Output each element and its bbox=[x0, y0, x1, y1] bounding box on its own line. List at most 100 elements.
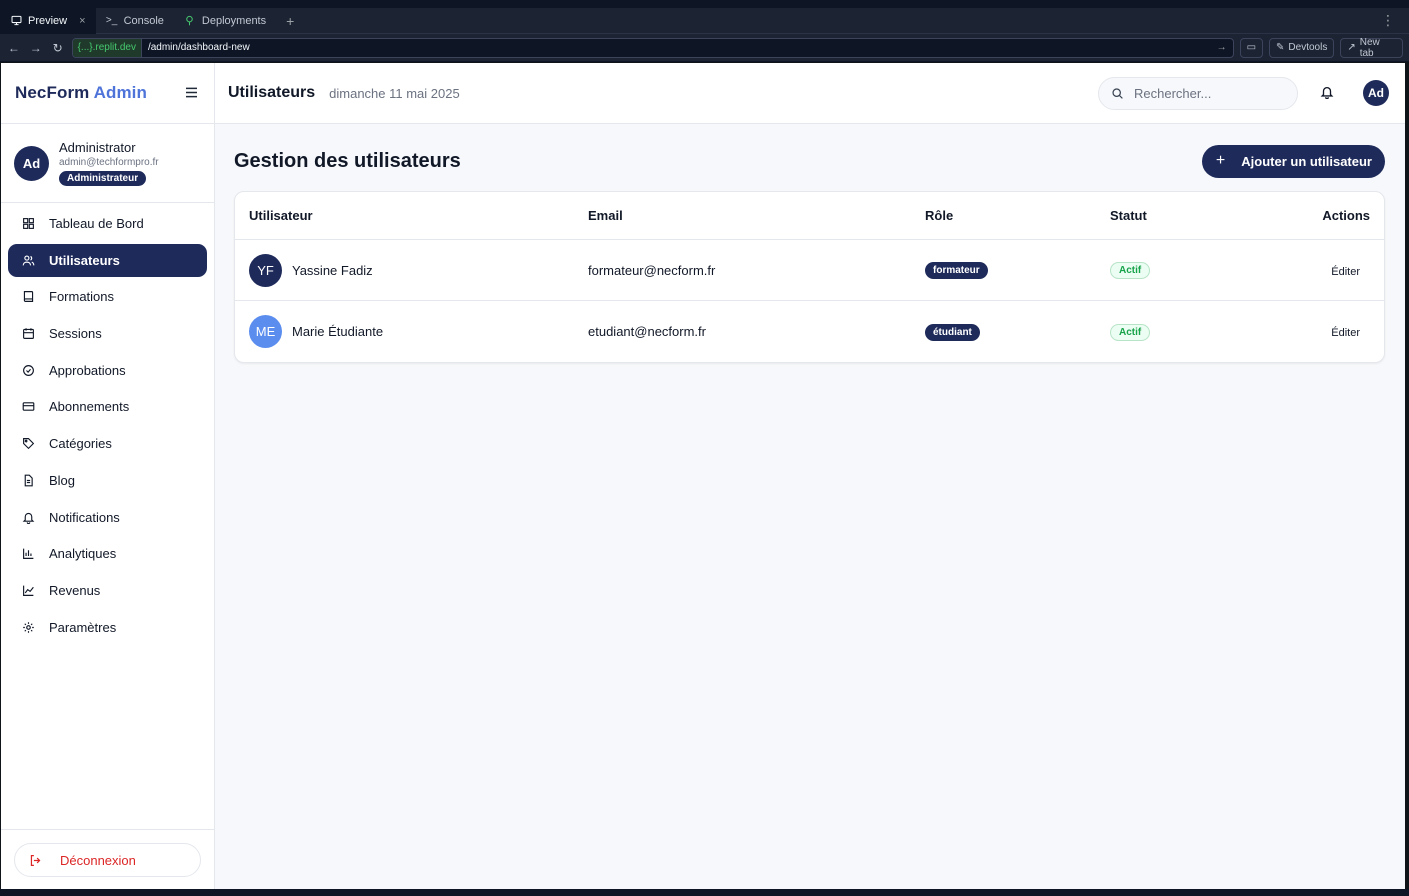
new-tab-button[interactable]: ↗ New tab bbox=[1340, 36, 1403, 59]
sidebar-item-revenus[interactable]: Revenus bbox=[8, 574, 207, 607]
user-email: formateur@necform.fr bbox=[588, 262, 716, 278]
sidebar-item-formations[interactable]: Formations bbox=[8, 280, 207, 313]
table-header: Utilisateur Email Rôle Statut Actions bbox=[235, 192, 1384, 240]
tab-label: Deployments bbox=[201, 14, 267, 27]
add-user-button[interactable]: + Ajouter un utilisateur bbox=[1201, 144, 1385, 178]
sidebar-item-abonnements[interactable]: Abonnements bbox=[8, 390, 207, 423]
more-vertical-icon[interactable]: ⋮ bbox=[1381, 12, 1395, 29]
sidebar: NecForm Admin Ad Administrator admin@tec… bbox=[1, 63, 215, 889]
user-email: etudiant@necform.fr bbox=[588, 324, 706, 339]
sidebar-item-label: Catégories bbox=[49, 436, 112, 452]
add-user-label: Ajouter un utilisateur bbox=[1241, 153, 1372, 169]
screen-icon[interactable]: ▭ bbox=[1239, 37, 1264, 58]
user-name: Administrator bbox=[59, 140, 136, 155]
logout-icon bbox=[30, 854, 41, 866]
sidebar-item-analytiques[interactable]: Analytiques bbox=[8, 537, 207, 570]
sidebar-item-label: Utilisateurs bbox=[49, 252, 120, 268]
sidebar-item-categories[interactable]: Catégories bbox=[8, 427, 207, 460]
brand-logo[interactable]: NecForm Admin bbox=[15, 83, 147, 103]
user-role-badge: Administrateur bbox=[59, 171, 147, 186]
users-icon bbox=[22, 255, 35, 266]
plus-icon: + bbox=[1215, 152, 1226, 169]
avatar: Ad bbox=[14, 145, 49, 181]
table-row: ME Marie Étudiante etudiant@necform.fr é… bbox=[235, 301, 1384, 362]
monitor-icon bbox=[10, 15, 22, 27]
section-title: Gestion des utilisateurs bbox=[234, 149, 461, 172]
external-link-icon: ↗ bbox=[1347, 42, 1356, 53]
role-badge: formateur bbox=[925, 262, 988, 279]
page-title: Utilisateurs bbox=[228, 84, 316, 101]
user-name: Marie Étudiante bbox=[292, 324, 384, 339]
sidebar-item-label: Revenus bbox=[49, 582, 101, 598]
go-arrow-icon[interactable]: → bbox=[1211, 42, 1233, 53]
sidebar-item-sessions[interactable]: Sessions bbox=[8, 317, 207, 350]
sidebar-item-parametres[interactable]: Paramètres bbox=[8, 611, 207, 644]
current-date: dimanche 11 mai 2025 bbox=[329, 85, 460, 101]
user-profile: Ad Administrator admin@techformpro.fr Ad… bbox=[1, 124, 214, 203]
edit-button[interactable]: Éditer bbox=[1331, 327, 1370, 339]
table-row: YF Yassine Fadiz formateur@necform.fr fo… bbox=[235, 240, 1384, 301]
devtools-button[interactable]: ✎ Devtools bbox=[1269, 37, 1335, 58]
ide-tab-bar: Preview × >_ Console Deployments + ⋮ bbox=[0, 7, 1409, 34]
user-name: Yassine Fadiz bbox=[292, 262, 373, 278]
logout-button[interactable]: Déconnexion bbox=[14, 843, 201, 877]
avatar: YF bbox=[249, 253, 282, 287]
status-badge: Actif bbox=[1110, 323, 1151, 341]
avatar[interactable]: Ad bbox=[1363, 80, 1389, 106]
main-area: Utilisateurs dimanche 11 mai 2025 Ad Ges… bbox=[215, 63, 1405, 889]
sidebar-item-notifications[interactable]: Notifications bbox=[8, 501, 207, 534]
tab-preview[interactable]: Preview × bbox=[0, 7, 96, 34]
tab-console[interactable]: >_ Console bbox=[96, 8, 174, 34]
column-header-role: Rôle bbox=[925, 208, 954, 223]
user-cell: YF Yassine Fadiz bbox=[249, 253, 588, 287]
terminal-icon: >_ bbox=[105, 15, 118, 26]
sidebar-item-tableau-de-bord[interactable]: Tableau de Bord bbox=[8, 207, 207, 240]
check-circle-icon bbox=[23, 364, 34, 376]
ide-bottom-bar bbox=[0, 889, 1409, 896]
sidebar-item-label: Notifications bbox=[49, 509, 120, 525]
user-email: admin@techformpro.fr bbox=[59, 157, 159, 168]
users-table: Utilisateur Email Rôle Statut Actions YF… bbox=[234, 191, 1385, 363]
column-header-status: Statut bbox=[1110, 208, 1147, 223]
brand-accent: Admin bbox=[93, 83, 147, 102]
new-tab-label: New tab bbox=[1359, 36, 1380, 59]
content: Gestion des utilisateurs + Ajouter un ut… bbox=[215, 124, 1405, 363]
sidebar-footer: Déconnexion bbox=[1, 829, 214, 889]
tag-icon bbox=[23, 438, 35, 450]
bell-icon[interactable] bbox=[1320, 85, 1336, 101]
line-chart-icon bbox=[23, 585, 34, 596]
topbar: Utilisateurs dimanche 11 mai 2025 Ad bbox=[215, 63, 1405, 124]
avatar: ME bbox=[249, 315, 282, 348]
sidebar-nav: Tableau de Bord Utilisateurs Formations … bbox=[1, 203, 214, 651]
role-badge: étudiant bbox=[925, 323, 980, 341]
close-icon[interactable]: × bbox=[79, 15, 85, 27]
tab-deployments[interactable]: Deployments bbox=[174, 8, 276, 34]
logout-label: Déconnexion bbox=[60, 852, 136, 868]
sidebar-item-approbations[interactable]: Approbations bbox=[8, 354, 207, 387]
edit-button[interactable]: Éditer bbox=[1331, 266, 1370, 278]
search-input[interactable] bbox=[1134, 85, 1284, 101]
column-header-user: Utilisateur bbox=[249, 208, 313, 223]
url-path: /admin/dashboard-new bbox=[147, 42, 250, 53]
sidebar-item-label: Analytiques bbox=[49, 546, 117, 562]
book-icon bbox=[23, 291, 34, 303]
sidebar-item-label: Blog bbox=[49, 472, 76, 488]
add-tab-icon[interactable]: + bbox=[276, 13, 304, 29]
deploy-icon bbox=[184, 15, 196, 27]
url-field[interactable]: {...}.replit.dev /admin/dashboard-new → bbox=[71, 37, 1234, 58]
devtools-label: Devtools bbox=[1288, 42, 1328, 53]
sidebar-item-blog[interactable]: Blog bbox=[8, 464, 207, 497]
sidebar-item-label: Sessions bbox=[49, 326, 102, 342]
tab-label: Preview bbox=[28, 14, 68, 27]
back-arrow-icon[interactable]: ← bbox=[6, 40, 22, 56]
column-header-email: Email bbox=[588, 208, 623, 223]
sidebar-item-utilisateurs[interactable]: Utilisateurs bbox=[8, 243, 207, 277]
sidebar-item-label: Tableau de Bord bbox=[49, 216, 144, 231]
menu-icon[interactable] bbox=[185, 85, 198, 102]
app-window: NecForm Admin Ad Administrator admin@tec… bbox=[1, 63, 1405, 889]
ide-url-bar: ← → ↻ {...}.replit.dev /admin/dashboard-… bbox=[0, 34, 1409, 62]
forward-arrow-icon[interactable]: → bbox=[28, 40, 44, 56]
reload-icon[interactable]: ↻ bbox=[50, 40, 66, 56]
search-box[interactable] bbox=[1098, 76, 1298, 110]
brand-main: NecForm bbox=[15, 83, 90, 102]
